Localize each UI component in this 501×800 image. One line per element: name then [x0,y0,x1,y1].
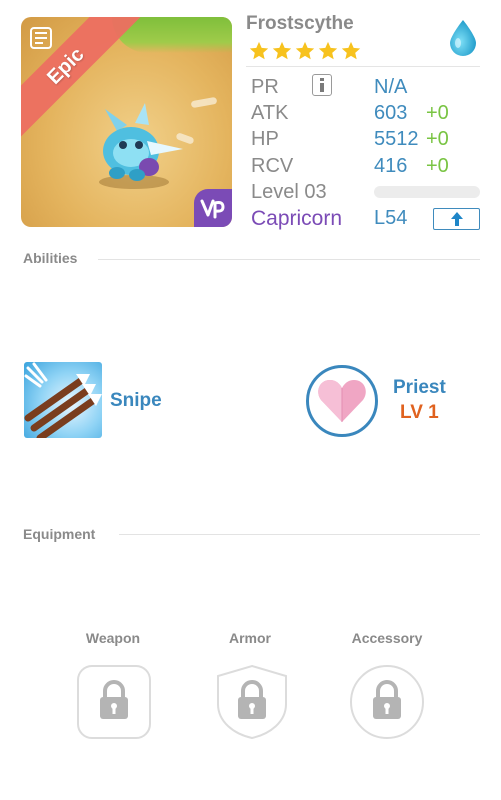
details-doc-icon[interactable] [29,26,53,50]
star-icon [341,41,361,60]
armor-slot-label: Armor [228,630,271,646]
class-level: LV 1 [400,402,439,423]
equipment-divider [119,534,480,535]
info-icon [320,78,324,92]
vp-logo-icon [200,199,225,219]
pr-label: PR [251,76,279,98]
pr-info-button[interactable] [312,74,332,96]
armor-slot[interactable] [214,664,290,740]
accessory-slot[interactable] [349,664,425,740]
arrow-up-icon [450,212,463,226]
zodiac-sign-level: L54 [374,207,408,229]
bone-decoration [190,96,218,109]
star-rating [248,40,362,62]
hero-name: Frostscythe [246,13,354,34]
level-progress-bar [374,186,480,198]
rcv-bonus: +0 [426,155,449,177]
zodiac-upgrade-button[interactable] [433,208,480,230]
hp-label: HP [251,128,279,150]
level-label: Level 03 [251,181,327,203]
rcv-label: RCV [251,155,294,177]
atk-label: ATK [251,102,289,124]
star-icon [295,41,315,60]
abilities-divider [98,259,480,260]
star-icon [249,41,269,60]
atk-value: 603 [374,102,408,124]
pr-value: N/A [374,76,408,98]
weapon-slot-label: Weapon [85,630,141,646]
equipment-heading: Equipment [23,526,96,542]
zodiac-sign-label: Capricorn [251,207,343,230]
abilities-heading: Abilities [23,250,78,266]
weapon-slot[interactable] [76,664,152,740]
arrows-icon [24,362,102,438]
hp-value: 5512 [374,128,419,150]
name-divider [246,66,480,67]
star-icon [272,41,292,60]
creature-sprite [103,103,183,181]
heart-icon [318,380,366,422]
skill-icon-button[interactable] [24,362,102,438]
rcv-value: 416 [374,155,408,177]
star-icon [318,41,338,60]
class-name: Priest [393,377,446,398]
skill-name[interactable]: Snipe [110,390,162,412]
vp-badge [194,189,232,227]
hero-portrait[interactable]: Epic [21,17,232,227]
water-drop-icon [450,20,476,56]
hp-bonus: +0 [426,128,449,150]
atk-bonus: +0 [426,102,449,124]
class-badge[interactable] [306,365,378,437]
accessory-slot-label: Accessory [351,630,423,646]
